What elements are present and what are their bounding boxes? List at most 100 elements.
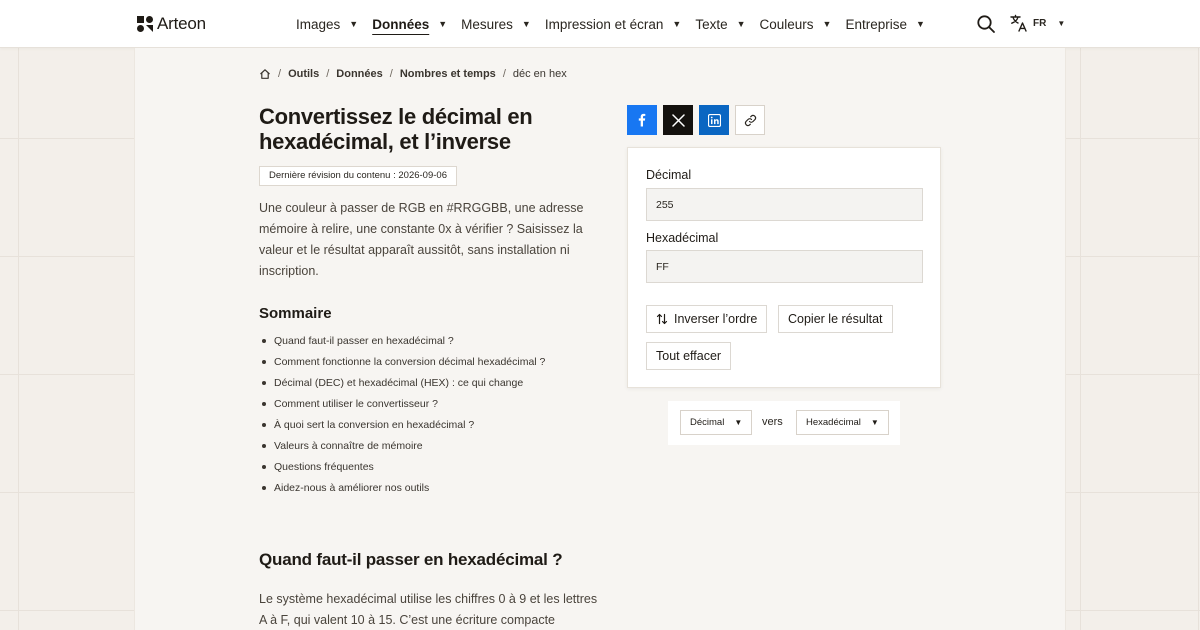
toc-item[interactable]: Quand faut-il passer en hexadécimal ? [259,330,545,351]
toc-item[interactable]: Décimal (DEC) et hexadécimal (HEX) : ce … [259,372,545,393]
share-facebook-button[interactable] [627,105,657,135]
caret-down-icon: ▼ [349,19,359,29]
toc-item[interactable]: Questions fréquentes [259,456,545,477]
bullet-icon [262,401,266,406]
caret-down-icon: ▼ [672,19,682,29]
nav-label: Données [372,16,430,32]
toc-title: Sommaire [259,305,332,322]
toc-item[interactable]: À quoi sert la conversion en hexadécimal… [259,414,545,435]
caret-down-icon: ▼ [734,418,743,427]
caret-down-icon: ▼ [916,19,925,29]
swap-icon [656,313,668,325]
bullet-icon [262,464,266,469]
share-x-button[interactable] [663,105,693,135]
clear-button-label: Tout effacer [656,349,722,363]
nav-label: Couleurs [759,16,814,32]
toc-item[interactable]: Aidez-nous à améliorer nos outils [259,477,545,498]
toc-item-label: À quoi sert la conversion en hexadécimal… [274,418,475,431]
section-title: Quand faut-il passer en hexadécimal ? [259,550,563,569]
nav-item-entreprise[interactable]: Entreprise ▼ [845,0,924,48]
language-code: FR [1033,17,1047,29]
from-unit-value: Décimal [690,417,725,428]
nav-item-couleurs[interactable]: Couleurs ▼ [760,0,832,48]
nav-item-mesures[interactable]: Mesures ▼ [461,0,531,48]
search-button[interactable] [976,14,996,34]
decimal-input[interactable]: 255 [646,188,923,221]
home-icon[interactable] [259,68,271,80]
swap-button[interactable]: Inverser l’ordre [646,305,768,333]
caret-down-icon: ▼ [736,19,746,29]
brand-logo[interactable]: Arteon [137,14,206,34]
swap-button-label: Inverser l’ordre [674,312,758,326]
search-icon [977,15,995,33]
share-linkedin-button[interactable] [699,105,729,135]
nav-label: Mesures [461,16,513,32]
toc-item-label: Questions fréquentes [274,460,374,473]
breadcrumb: / Outils / Données / Nombres et temps / … [259,68,567,80]
converter-card: Décimal 255 Hexadécimal FF Inverser l’or… [627,147,941,388]
page-title: Convertissez le décimal en hexadécimal, … [259,104,533,154]
caret-down-icon: ▼ [438,19,448,29]
nav-label: Entreprise [845,16,907,32]
nav-item-impression[interactable]: Impression et écran ▼ [545,0,681,48]
bullet-icon [262,359,266,364]
copy-link-button[interactable] [735,105,765,135]
brand-logo-icon [137,16,153,32]
language-selector[interactable]: FR ▼ [1010,14,1065,32]
nav-label: Impression et écran [544,16,664,32]
caret-down-icon: ▼ [870,418,879,427]
share-bar [627,105,765,135]
nav-label: Texte [695,16,728,32]
breadcrumb-separator: / [389,68,393,80]
link-icon [744,114,756,126]
toc-item[interactable]: Valeurs à connaître de mémoire [259,435,545,456]
caret-down-icon: ▼ [521,19,531,29]
table-of-contents: Quand faut-il passer en hexadécimal ? Co… [259,330,545,498]
bullet-icon [262,380,266,385]
main-nav: Images ▼ Données ▼ Mesures ▼ Impression … [296,0,939,48]
facebook-icon [638,113,646,127]
brand-name: Arteon [157,14,206,33]
nav-item-donnees[interactable]: Données ▼ [372,0,447,48]
breadcrumb-item-donnees[interactable]: Données [336,68,382,80]
nav-label: Images [296,16,341,32]
intro-text: Une couleur à passer de RGB en #RRGGBB, … [259,201,584,278]
copy-result-label: Copier le résultat [788,312,883,326]
bullet-icon [262,485,266,490]
to-unit-select[interactable]: Hexadécimal ▼ [796,410,889,435]
bullet-icon [262,422,266,427]
section-body: Le système hexadécimal utilise les chiff… [259,592,598,627]
toc-item-label: Valeurs à connaître de mémoire [274,439,423,452]
toc-item[interactable]: Comment fonctionne la conversion décimal… [259,351,545,372]
toc-item-label: Quand faut-il passer en hexadécimal ? [274,334,454,347]
decimal-label: Décimal [646,168,692,182]
breadcrumb-item-outils[interactable]: Outils [288,68,319,80]
toc-item[interactable]: Comment utiliser le convertisseur ? [259,393,545,414]
toc-item-label: Comment utiliser le convertisseur ? [274,397,438,410]
breadcrumb-separator: / [502,68,506,80]
bullet-icon [262,338,266,343]
translate-icon [1010,14,1027,32]
clear-button[interactable]: Tout effacer [646,342,732,370]
site-header: Arteon Images ▼ Données ▼ Mesures ▼ Impr… [0,0,1200,48]
breadcrumb-separator: / [326,68,330,80]
toc-item-label: Comment fonctionne la conversion décimal… [274,355,546,368]
caret-down-icon: ▼ [1057,18,1066,28]
toc-item-label: Décimal (DEC) et hexadécimal (HEX) : ce … [274,376,524,389]
revision-badge: Dernière révision du contenu : 2026-09-0… [259,166,457,186]
toc-item-label: Aidez-nous à améliorer nos outils [274,481,430,494]
from-unit-select[interactable]: Décimal ▼ [680,410,753,435]
breadcrumb-separator: / [278,68,282,80]
linkedin-icon [707,113,721,127]
breadcrumb-item-nombres[interactable]: Nombres et temps [400,68,496,80]
caret-down-icon: ▼ [822,19,832,29]
bullet-icon [262,443,266,448]
hex-output[interactable]: FF [646,250,923,283]
nav-item-images[interactable]: Images ▼ [296,0,358,48]
to-unit-value: Hexadécimal [806,417,861,428]
hex-label: Hexadécimal [646,231,719,245]
unit-connector: vers [762,416,783,428]
copy-result-button[interactable]: Copier le résultat [778,305,893,333]
breadcrumb-current: déc en hex [512,68,567,80]
nav-item-texte[interactable]: Texte ▼ [695,0,745,48]
